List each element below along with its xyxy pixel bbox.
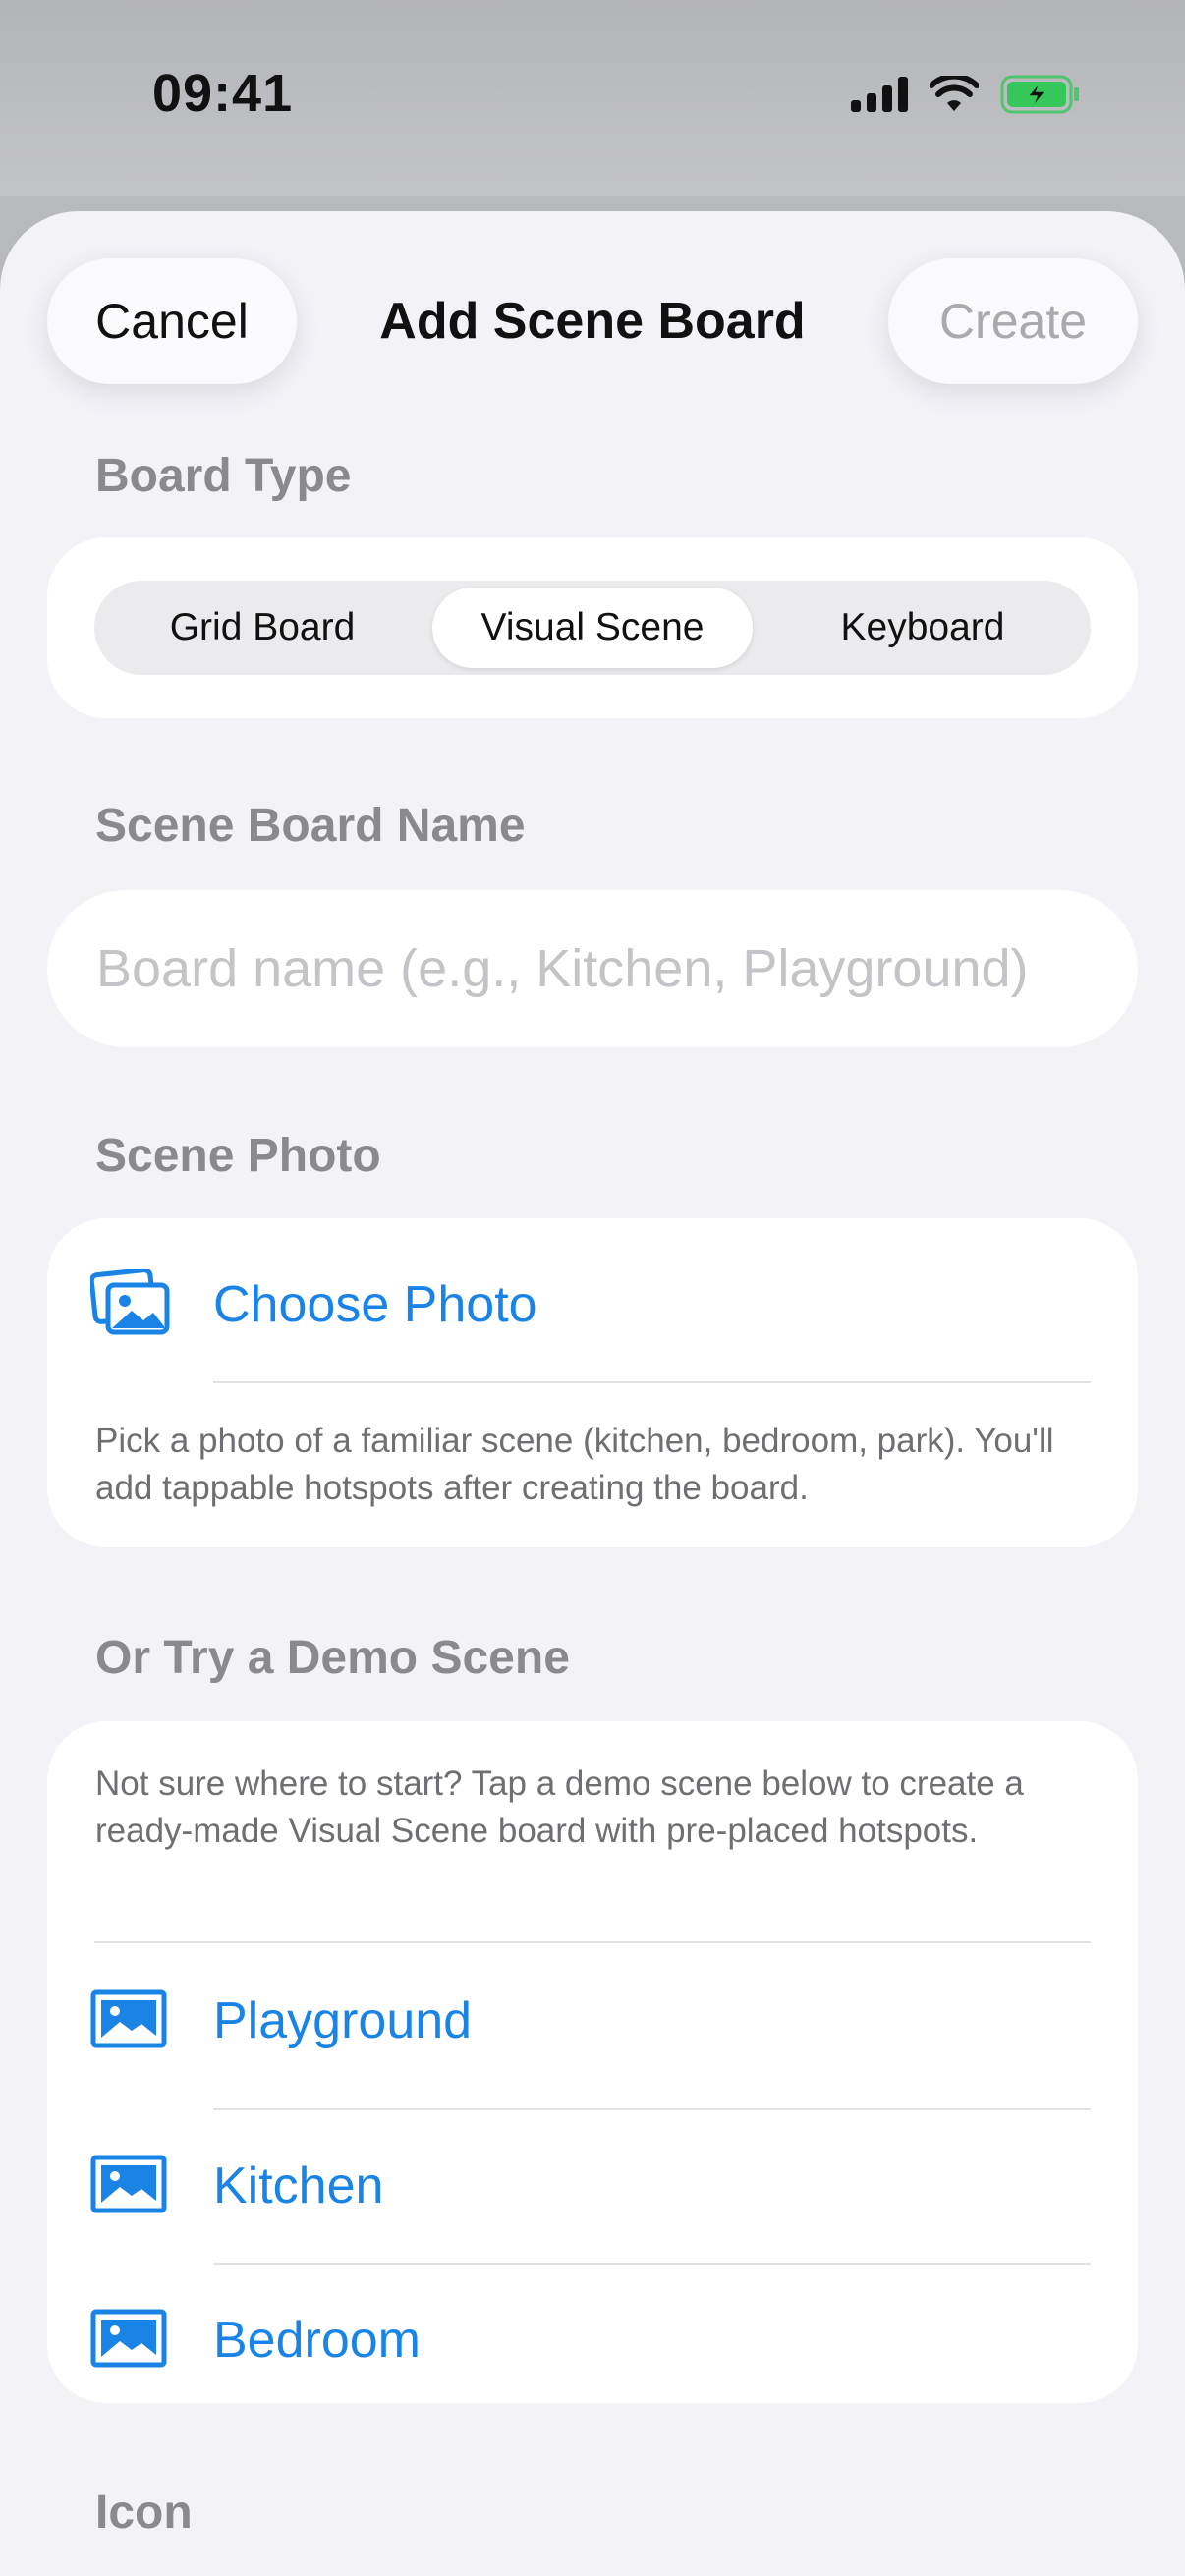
segment-keyboard[interactable]: Keyboard [762, 588, 1083, 668]
demo-scene-label-playground: Playground [213, 1992, 473, 2049]
add-scene-board-sheet: Cancel Add Scene Board Create Board Type… [0, 211, 1185, 2576]
status-bar: 09:41 [0, 0, 1185, 196]
board-type-label: Board Type [95, 450, 352, 502]
status-time: 09:41 [152, 64, 294, 123]
segment-grid-board[interactable]: Grid Board [102, 588, 423, 668]
choose-photo-row[interactable]: Choose Photo [47, 1246, 1138, 1364]
scene-photo-label: Scene Photo [95, 1130, 381, 1182]
photo-icon [90, 2155, 167, 2218]
divider [213, 1381, 1091, 1383]
status-icons [851, 75, 1081, 114]
wifi-icon [930, 76, 979, 111]
scene-board-name-input[interactable] [94, 937, 1110, 1000]
create-button[interactable]: Create [888, 258, 1138, 384]
board-type-segmented-control: Grid Board Visual Scene Keyboard [94, 581, 1091, 675]
photo-stack-icon [88, 1266, 171, 1341]
demo-scene-help-text: Not sure where to start? Tap a demo scen… [95, 1764, 1024, 1850]
demo-scene-label-bedroom: Bedroom [213, 2312, 421, 2369]
segment-visual-scene[interactable]: Visual Scene [432, 588, 753, 668]
demo-scene-item[interactable]: Kitchen [47, 2110, 1138, 2262]
scene-board-name-field[interactable] [47, 890, 1138, 1047]
demo-scene-item[interactable]: Bedroom [47, 2265, 1138, 2416]
scene-photo-help-text: Pick a photo of a familiar scene (kitche… [95, 1422, 1054, 1507]
board-type-card: Grid Board Visual Scene Keyboard [47, 537, 1138, 718]
demo-scene-card: Not sure where to start? Tap a demo scen… [47, 1721, 1138, 2403]
scene-board-name-label: Scene Board Name [95, 800, 526, 852]
icon-section-label: Icon [95, 2487, 193, 2539]
demo-scene-label: Or Try a Demo Scene [95, 1632, 570, 1684]
choose-photo-label: Choose Photo [213, 1276, 537, 1333]
cellular-signal-icon [851, 77, 908, 112]
demo-scene-item[interactable]: Playground [47, 1945, 1138, 2097]
photo-icon [90, 2309, 167, 2373]
divider [94, 1941, 1091, 1943]
scene-photo-card: Choose Photo Pick a photo of a familiar … [47, 1218, 1138, 1547]
demo-scene-label-kitchen: Kitchen [213, 2157, 384, 2214]
battery-charging-icon [1000, 75, 1079, 114]
photo-icon [90, 1989, 167, 2053]
